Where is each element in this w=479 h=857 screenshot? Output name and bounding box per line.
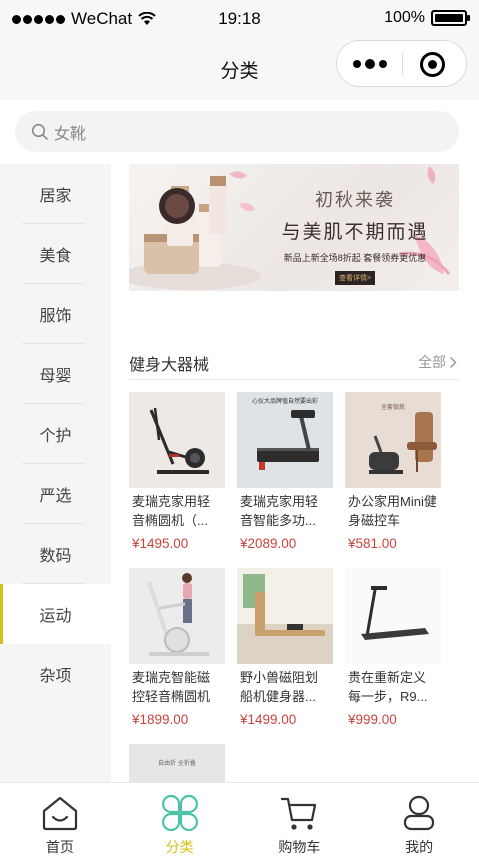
view-all-link[interactable]: 全部 [418, 352, 457, 372]
section-header: 健身大器械 全部 [129, 346, 459, 380]
product-price: ¥1495.00 [132, 536, 189, 551]
category-item-food[interactable]: 美食 [0, 224, 111, 284]
battery-percent: 100% [384, 9, 425, 26]
home-icon [42, 796, 77, 831]
product-card[interactable]: 心仪大品牌值自然要出彩 麦瑞克家用轻音智能多功... ¥2089.00 [237, 392, 333, 551]
category-item-digital[interactable]: 数码 [0, 524, 111, 584]
category-item-baby[interactable]: 母婴 [0, 344, 111, 404]
app-screen: WeChat 19:18 100% 分类 女靴 居家 美食 服饰 母婴 个护 严… [0, 0, 479, 857]
product-image-caption: 心仪大品牌值自然要出彩 [251, 399, 318, 405]
promo-banner[interactable]: 初秋来袭 与美肌不期而遇 新品上新全场8折起 套餐领券更优惠 查看详情> [129, 164, 459, 291]
search-placeholder: 女靴 [54, 125, 87, 143]
category-item-sports[interactable]: 运动 [0, 584, 111, 644]
product-image-elliptical [129, 392, 225, 488]
product-price: ¥1899.00 [132, 712, 189, 727]
profile-icon [404, 795, 435, 831]
product-image-treadmill: 心仪大品牌值自然要出彩 [237, 392, 333, 488]
more-icon[interactable] [353, 57, 393, 71]
banner-promo-text: 新品上新全场8折起 套餐领券更优惠 [283, 253, 427, 263]
product-name: 贵在重新定义每一步，R9... [348, 670, 428, 704]
product-image-mini-bike: 全套锻炼 [345, 392, 441, 488]
tab-cart-label: 购物车 [278, 839, 321, 855]
status-bar: WeChat 19:18 100% [0, 0, 479, 40]
product-card[interactable]: 野小兽磁阻划船机健身器... ¥1499.00 [237, 568, 333, 727]
tab-profile[interactable]: 我的 [359, 783, 479, 857]
category-icon [161, 794, 198, 832]
tab-home-label: 首页 [45, 839, 74, 855]
product-card[interactable]: 自由折 全折叠 [129, 744, 225, 782]
category-item-misc[interactable]: 杂项 [0, 644, 111, 704]
chevron-right-icon [449, 356, 457, 368]
tab-bar: 首页 分类 购物车 我的 [0, 782, 479, 857]
nav-bar: 分类 [0, 40, 479, 100]
category-content: 初秋来袭 与美肌不期而遇 新品上新全场8折起 套餐领券更优惠 查看详情> 健身大… [111, 164, 479, 782]
tab-category[interactable]: 分类 [120, 783, 240, 857]
mini-program-capsule [336, 40, 467, 87]
product-image-elliptical-woman [129, 568, 225, 664]
product-card[interactable]: 麦瑞克家用轻音椭圆机（... ¥1495.00 [129, 392, 225, 551]
product-name: 麦瑞克智能磁控轻音椭圆机 [132, 670, 211, 704]
view-all-label: 全部 [418, 354, 446, 370]
banner-subheadline: 与美肌不期而遇 [281, 222, 429, 243]
product-image-partial: 自由折 全折叠 [129, 744, 225, 782]
product-image-caption: 自由折 全折叠 [158, 761, 196, 767]
product-name: 麦瑞克家用轻音椭圆机（... [132, 494, 211, 528]
tab-cart[interactable]: 购物车 [240, 783, 360, 857]
product-name: 麦瑞克家用轻音智能多功... [240, 494, 319, 528]
section-title: 健身大器械 [129, 357, 210, 374]
tab-home[interactable]: 首页 [0, 783, 120, 857]
capsule-divider [402, 53, 403, 75]
close-target-icon[interactable] [420, 52, 445, 77]
tab-category-label: 分类 [165, 839, 194, 855]
product-image-walking-pad [345, 568, 441, 664]
product-name: 办公家用Mini健身磁控车 [348, 494, 437, 528]
product-card[interactable]: 全套锻炼 办公家用Mini健身磁控车 ¥581.00 [345, 392, 441, 551]
product-image-rowing-machine [237, 568, 333, 664]
category-item-personal-care[interactable]: 个护 [0, 404, 111, 464]
product-price: ¥1499.00 [240, 712, 297, 727]
banner-headline: 初秋来袭 [315, 190, 395, 210]
battery-icon [431, 10, 470, 26]
search-input[interactable]: 女靴 [15, 111, 459, 152]
product-card[interactable]: 麦瑞克智能磁控轻音椭圆机 ¥1899.00 [129, 568, 225, 727]
product-price: ¥999.00 [348, 712, 397, 727]
category-sidebar: 居家 美食 服饰 母婴 个护 严选 数码 运动 杂项 [0, 164, 111, 782]
product-price: ¥2089.00 [240, 536, 297, 551]
search-icon [31, 123, 48, 140]
banner-text: 初秋来袭 与美肌不期而遇 新品上新全场8折起 套餐领券更优惠 查看详情> [257, 186, 453, 285]
product-image-caption: 全套锻炼 [380, 405, 405, 411]
banner-detail-button[interactable]: 查看详情> [334, 271, 376, 285]
status-right: 100% [384, 9, 470, 27]
tab-profile-label: 我的 [405, 839, 434, 855]
category-item-home[interactable]: 居家 [0, 164, 111, 224]
product-name: 野小兽磁阻划船机健身器... [240, 670, 319, 704]
category-item-selected[interactable]: 严选 [0, 464, 111, 524]
product-card[interactable]: 贵在重新定义每一步，R9... ¥999.00 [345, 568, 441, 727]
category-item-apparel[interactable]: 服饰 [0, 284, 111, 344]
search-area: 女靴 [0, 100, 479, 164]
product-price: ¥581.00 [348, 536, 397, 551]
cart-icon [281, 797, 317, 830]
